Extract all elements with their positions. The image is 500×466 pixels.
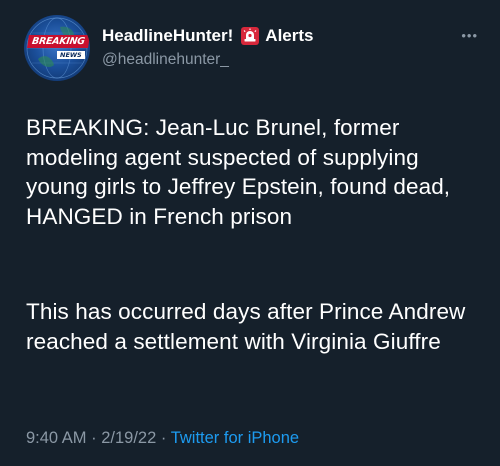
author-handle[interactable]: @headlinehunter_ [102, 51, 229, 69]
meta-separator: · [160, 429, 167, 447]
tweet-source-link[interactable]: Twitter for iPhone [171, 429, 299, 447]
globe-icon [26, 17, 88, 79]
tweet-date[interactable]: 2/19/22 [101, 429, 156, 447]
tweet-text-paragraph-1: BREAKING: Jean-Luc Brunel, former modeli… [26, 115, 451, 229]
more-options-icon[interactable]: ••• [461, 28, 478, 43]
tweet-meta: 9:40 AM · 2/19/22 · Twitter for iPhone [26, 429, 299, 448]
author-display-name[interactable]: HeadlineHunter! [102, 26, 233, 46]
avatar-news-label: NEWS [57, 51, 85, 59]
tweet-time[interactable]: 9:40 AM [26, 429, 87, 447]
author-name-row[interactable]: HeadlineHunter! Alerts [102, 24, 313, 48]
tweet-text-paragraph-2: This has occurred days after Prince Andr… [26, 299, 466, 354]
avatar[interactable]: BREAKING NEWS [24, 15, 90, 81]
tweet-card: BREAKING NEWS HeadlineHunter! Alerts @he… [0, 0, 500, 466]
meta-separator: · [91, 429, 97, 447]
author-alerts-label[interactable]: Alerts [265, 26, 313, 46]
avatar-breaking-label: BREAKING [27, 35, 90, 48]
siren-icon [241, 27, 260, 45]
